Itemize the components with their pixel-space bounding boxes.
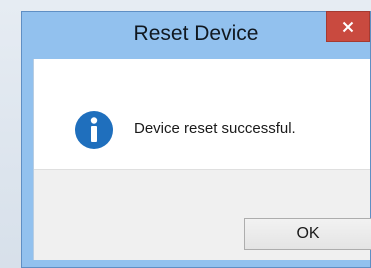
close-button[interactable] [326,11,370,42]
dialog-titlebar[interactable]: Reset Device [22,11,370,59]
info-icon [74,110,114,150]
dialog-message: Device reset successful. [134,120,296,137]
dialog-footer: OK [34,169,371,260]
ok-button[interactable]: OK [244,218,371,250]
dialog-title: Reset Device [133,22,259,45]
dialog-body: Device reset successful. OK [33,59,371,260]
message-area: Device reset successful. [34,59,370,169]
close-icon [342,21,354,33]
desktop-background: Reset Device Device reset successful. OK [0,0,371,268]
reset-device-dialog: Reset Device Device reset successful. OK [21,11,371,268]
